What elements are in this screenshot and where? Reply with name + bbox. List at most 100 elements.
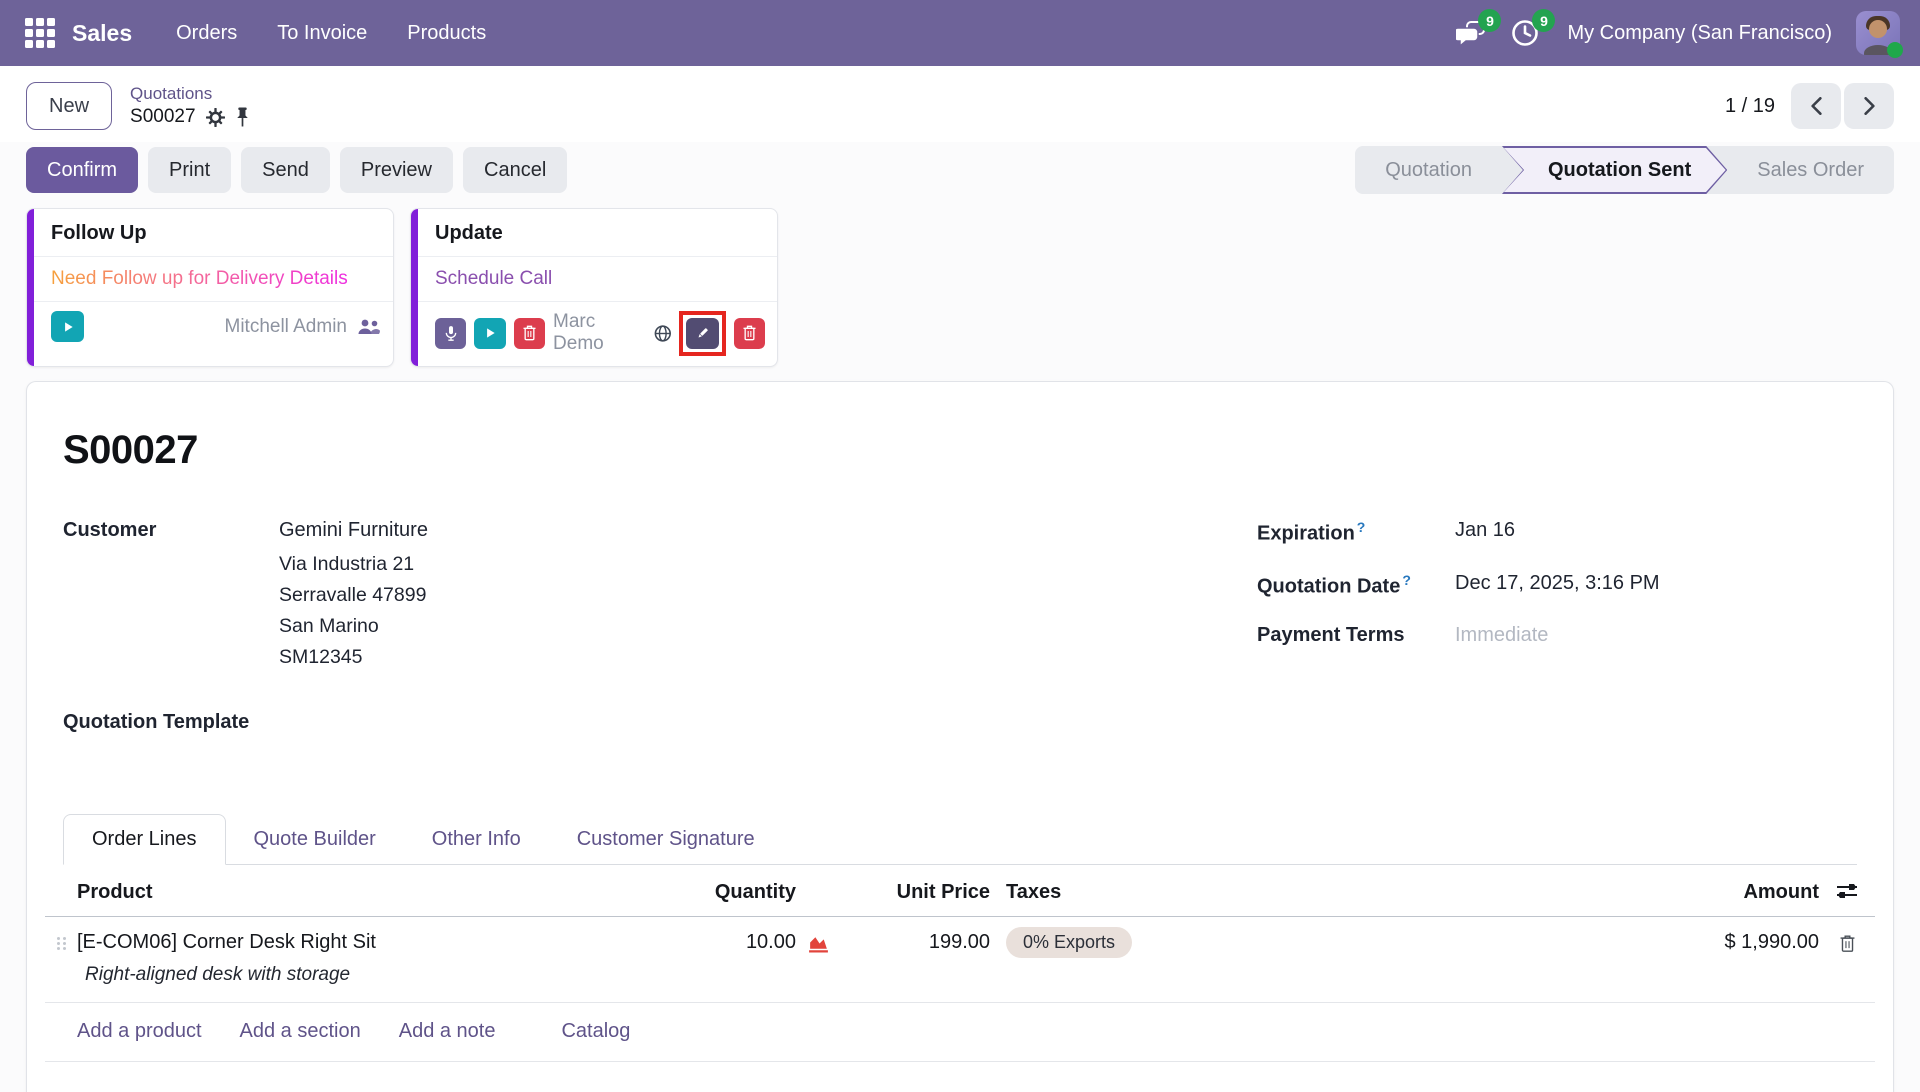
mark-done-button[interactable] xyxy=(474,318,505,349)
product-description[interactable]: Right-aligned desk with storage xyxy=(77,964,596,986)
tab-quote-builder[interactable]: Quote Builder xyxy=(226,815,404,864)
status-step-quotation[interactable]: Quotation xyxy=(1355,146,1502,194)
address-line: Via Industria 21 xyxy=(279,549,428,580)
top-navbar: Sales Orders To Invoice Products 9 9 My … xyxy=(0,0,1920,66)
activity-title: Follow Up xyxy=(27,209,393,257)
main-menu: Orders To Invoice Products xyxy=(160,12,502,55)
add-product-link[interactable]: Add a product xyxy=(77,1020,202,1043)
status-step-quotation-sent[interactable]: Quotation Sent xyxy=(1502,146,1727,194)
menu-to-invoice[interactable]: To Invoice xyxy=(261,12,383,55)
print-button[interactable]: Print xyxy=(148,147,231,193)
avatar[interactable] xyxy=(1856,11,1900,55)
table-header: Product Quantity Unit Price Taxes Amount xyxy=(45,865,1875,917)
forecast-chart-icon[interactable] xyxy=(796,931,840,954)
gear-icon[interactable] xyxy=(206,108,225,127)
notebook-tabs: Order Lines Quote Builder Other Info Cus… xyxy=(63,814,1857,865)
add-note-link[interactable]: Add a note xyxy=(399,1020,496,1043)
cancel-button[interactable]: Cancel xyxy=(463,147,567,193)
payment-terms-label: Payment Terms xyxy=(1257,624,1455,647)
trash-icon xyxy=(522,325,537,341)
unit-price-cell[interactable]: 199.00 xyxy=(840,931,990,954)
activity-summary-link[interactable]: Schedule Call xyxy=(411,257,777,302)
delete-row-button[interactable] xyxy=(1819,931,1875,953)
optional-columns-button[interactable] xyxy=(1819,881,1875,901)
tab-other-info[interactable]: Other Info xyxy=(404,815,549,864)
pin-icon[interactable] xyxy=(235,107,250,127)
activity-summary-text: Need Follow up for Delivery Details xyxy=(51,268,348,290)
col-quantity[interactable]: Quantity xyxy=(596,881,796,904)
globe-icon[interactable] xyxy=(654,324,672,343)
activity-footer: Mitchell Admin xyxy=(27,302,393,353)
col-unit-price[interactable]: Unit Price xyxy=(840,881,990,904)
trash-icon xyxy=(1839,934,1856,953)
address-line: San Marino xyxy=(279,611,428,642)
expiration-field[interactable]: Jan 16 xyxy=(1455,519,1515,546)
pager-previous-button[interactable] xyxy=(1791,83,1841,129)
new-button[interactable]: New xyxy=(26,82,112,130)
record-voice-button[interactable] xyxy=(435,318,466,349)
mark-done-button[interactable] xyxy=(51,311,84,342)
col-amount[interactable]: Amount xyxy=(1300,881,1819,904)
assignee-name: Marc Demo xyxy=(553,311,644,355)
edit-activity-button[interactable] xyxy=(686,318,719,349)
activity-card-follow-up: Follow Up Need Follow up for Delivery De… xyxy=(26,208,394,367)
col-product[interactable]: Product xyxy=(77,881,596,904)
menu-products[interactable]: Products xyxy=(391,12,502,55)
trash-icon xyxy=(742,325,757,341)
preview-button[interactable]: Preview xyxy=(340,147,453,193)
payment-terms-field[interactable]: Immediate xyxy=(1455,624,1548,647)
delete-activity-button[interactable] xyxy=(734,318,765,349)
product-cell[interactable]: [E-COM06] Corner Desk Right Sit xyxy=(77,931,596,954)
quotation-date-label: Quotation Date? xyxy=(1257,572,1455,599)
activities-button[interactable]: 9 xyxy=(1507,17,1543,49)
customer-address: Via Industria 21 Serravalle 47899 San Ma… xyxy=(279,549,428,673)
play-icon xyxy=(483,326,497,340)
customer-label: Customer xyxy=(63,519,279,673)
app-name[interactable]: Sales xyxy=(72,20,132,47)
apps-menu-icon[interactable] xyxy=(20,13,60,53)
order-lines-table: Product Quantity Unit Price Taxes Amount xyxy=(45,865,1875,1092)
breadcrumb: Quotations S00027 xyxy=(130,84,250,128)
messages-badge: 9 xyxy=(1478,9,1501,32)
tab-customer-signature[interactable]: Customer Signature xyxy=(549,815,783,864)
delete-activity-button[interactable] xyxy=(514,318,545,349)
tax-badge[interactable]: 0% Exports xyxy=(1006,927,1132,958)
table-row[interactable]: [E-COM06] Corner Desk Right Sit Right-al… xyxy=(45,917,1875,1003)
help-icon[interactable]: ? xyxy=(1402,572,1411,588)
customer-name-field[interactable]: Gemini Furniture xyxy=(279,519,428,542)
pager-next-button[interactable] xyxy=(1844,83,1894,129)
address-line: Serravalle 47899 xyxy=(279,580,428,611)
notes-area[interactable] xyxy=(45,1062,1875,1092)
page-title: S00027 xyxy=(63,428,1857,473)
quantity-cell[interactable]: 10.00 xyxy=(596,931,796,954)
status-step-sales-order[interactable]: Sales Order xyxy=(1727,146,1894,194)
drag-handle[interactable] xyxy=(57,937,66,950)
activity-cards: Follow Up Need Follow up for Delivery De… xyxy=(0,194,1920,367)
chevron-right-icon xyxy=(1863,97,1876,115)
messages-button[interactable]: 9 xyxy=(1453,17,1489,49)
table-footer-links: Add a product Add a section Add a note C… xyxy=(45,1003,1875,1062)
quotation-date-field[interactable]: Dec 17, 2025, 3:16 PM xyxy=(1455,572,1660,599)
control-panel: New Quotations S00027 xyxy=(0,66,1920,142)
add-section-link[interactable]: Add a section xyxy=(240,1020,361,1043)
catalog-link[interactable]: Catalog xyxy=(561,1020,630,1043)
breadcrumb-quotations[interactable]: Quotations xyxy=(130,84,250,104)
menu-orders[interactable]: Orders xyxy=(160,12,253,55)
activities-badge: 9 xyxy=(1532,9,1555,32)
expiration-label: Expiration? xyxy=(1257,519,1455,546)
sliders-icon xyxy=(1836,881,1858,901)
send-button[interactable]: Send xyxy=(241,147,330,193)
microphone-icon xyxy=(443,325,459,342)
amount-cell: $ 1,990.00 xyxy=(1300,931,1819,954)
col-taxes[interactable]: Taxes xyxy=(990,881,1300,904)
people-icon[interactable] xyxy=(357,318,381,336)
activity-summary-link[interactable]: Need Follow up for Delivery Details xyxy=(27,257,393,302)
activity-card-update: Update Schedule Call xyxy=(410,208,778,367)
company-switcher[interactable]: My Company (San Francisco) xyxy=(1567,22,1832,45)
activity-summary-text: Schedule Call xyxy=(435,268,552,289)
statusbar: Quotation Quotation Sent Sales Order xyxy=(1355,146,1894,194)
help-icon[interactable]: ? xyxy=(1357,519,1366,535)
confirm-button[interactable]: Confirm xyxy=(26,147,138,193)
tab-order-lines[interactable]: Order Lines xyxy=(63,814,226,865)
activity-title: Update xyxy=(411,209,777,257)
